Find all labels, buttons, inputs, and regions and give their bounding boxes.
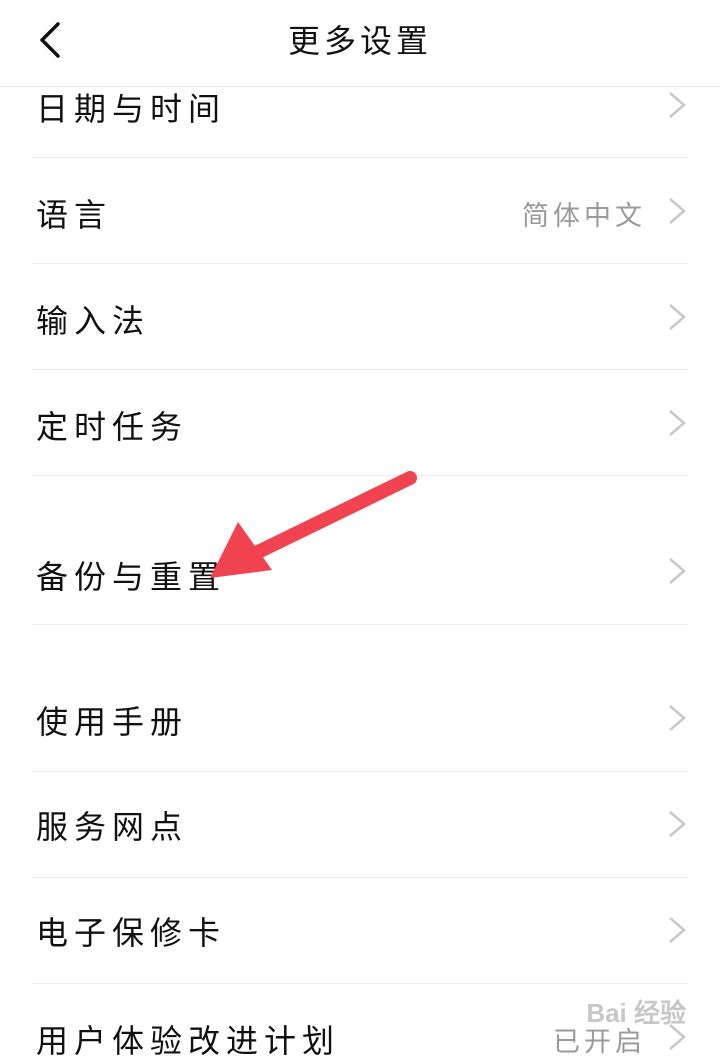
chevron-right-icon: [669, 304, 686, 330]
row-label: 服务网点: [36, 808, 189, 846]
row-label: 定时任务: [36, 408, 189, 446]
row-label: 使用手册: [36, 703, 189, 741]
chevron-right-icon: [669, 705, 686, 731]
row-value: 简体中文: [522, 201, 646, 232]
chevron-right-icon: [669, 917, 686, 943]
row-label: 语言: [36, 196, 113, 234]
row-label: 备份与重置: [36, 558, 227, 596]
watermark: Bai 经验: [586, 998, 686, 1028]
settings-row-input-method[interactable]: 输入法: [32, 264, 688, 370]
settings-row-language[interactable]: 语言 简体中文: [32, 158, 688, 264]
top-bar: 更多设置: [0, 0, 720, 87]
settings-row-scheduled-tasks[interactable]: 定时任务: [32, 370, 688, 476]
chevron-right-icon: [669, 410, 686, 436]
row-label: 用户体验改进计划: [36, 1022, 341, 1060]
row-label: 输入法: [36, 302, 151, 340]
row-label: 电子保修卡: [36, 914, 227, 952]
chevron-right-icon: [669, 558, 686, 584]
chevron-right-icon: [669, 811, 686, 837]
chevron-right-icon: [669, 92, 686, 118]
settings-row-backup-reset[interactable]: 备份与重置: [32, 476, 688, 625]
settings-row-warranty-card[interactable]: 电子保修卡: [32, 878, 688, 984]
page-title: 更多设置: [287, 22, 432, 60]
row-label: 日期与时间: [36, 90, 227, 128]
settings-row-user-manual[interactable]: 使用手册: [32, 625, 688, 772]
settings-row-service-outlets[interactable]: 服务网点: [32, 772, 688, 878]
chevron-right-icon: [669, 198, 686, 224]
